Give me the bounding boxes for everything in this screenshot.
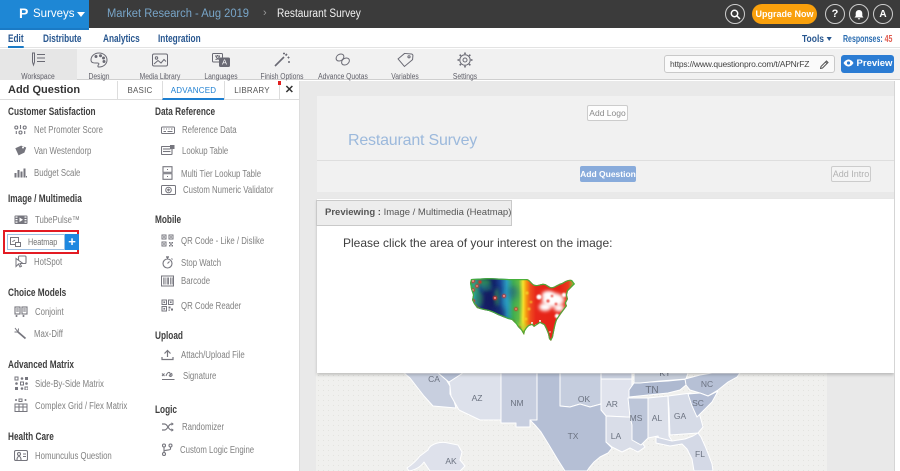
svg-text:KY: KY — [659, 373, 671, 378]
svg-text:TN: TN — [645, 385, 658, 396]
svg-text:AL: AL — [652, 413, 663, 423]
svg-text:GA: GA — [674, 411, 687, 421]
svg-text:OK: OK — [578, 394, 591, 404]
svg-text:CA: CA — [428, 374, 440, 384]
svg-text:SC: SC — [692, 398, 704, 408]
svg-text:A: A — [222, 58, 227, 67]
svg-text:LA: LA — [611, 431, 622, 441]
svg-text:NM: NM — [510, 398, 523, 408]
svg-text:AR: AR — [606, 399, 618, 409]
svg-text:AZ: AZ — [472, 393, 483, 403]
svg-text:MS: MS — [630, 413, 643, 423]
svg-text:AK: AK — [445, 456, 457, 466]
svg-text:NC: NC — [701, 379, 713, 389]
svg-text:FL: FL — [695, 449, 705, 459]
svg-text:TX: TX — [568, 431, 579, 441]
